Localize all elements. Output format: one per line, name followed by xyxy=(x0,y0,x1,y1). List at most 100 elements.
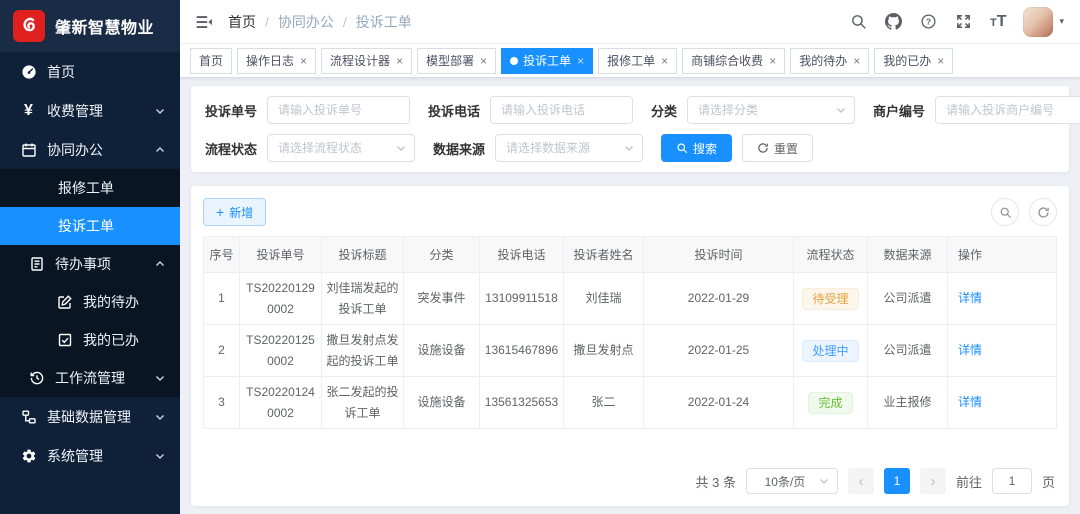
detail-link[interactable]: 详情 xyxy=(958,395,982,409)
tab-shop-fees[interactable]: 商铺综合收费 × xyxy=(682,47,786,74)
table-row: 3 TS202201240002 张二发起的投诉工单 设施设备 13561325… xyxy=(203,376,1057,429)
close-icon[interactable]: × xyxy=(480,55,487,67)
detail-link[interactable]: 详情 xyxy=(958,343,982,357)
font-size-button[interactable]: TT xyxy=(990,13,1007,31)
close-icon[interactable]: × xyxy=(300,55,307,67)
merchant-no-input[interactable] xyxy=(935,96,1080,124)
search-form-card: 投诉单号 投诉电话 分类 商户编号 xyxy=(191,86,1080,172)
sidebar-item-home[interactable]: 首页 xyxy=(0,52,180,91)
sidebar-item-fee-management[interactable]: ¥ 收费管理 xyxy=(0,91,180,130)
reset-button[interactable]: 重置 xyxy=(742,134,814,162)
toggle-search-button[interactable] xyxy=(991,198,1019,226)
dashboard-icon xyxy=(20,63,37,80)
cell-source: 公司派遣 xyxy=(867,272,948,325)
total-count: 共 3 条 xyxy=(695,474,736,490)
search-button-form[interactable]: 搜索 xyxy=(661,134,733,162)
tab-my-done[interactable]: 我的已办 × xyxy=(874,47,954,74)
sidebar-item-label: 协同办公 xyxy=(47,141,103,158)
tab-label: 模型部署 xyxy=(426,54,475,68)
user-menu[interactable]: ▾ xyxy=(1023,6,1064,37)
complaint-table-card: + 新增 序号 投诉单号 投诉标题 分类 投诉电话 投诉者姓名 投诉时间 流程状… xyxy=(191,186,1069,506)
tab-label: 商铺综合收费 xyxy=(691,54,764,68)
chevron-down-icon xyxy=(154,105,166,117)
cell-time: 2022-01-25 xyxy=(643,324,794,377)
chevron-down-icon xyxy=(818,475,830,487)
sidebar-item-todo-matters[interactable]: 待办事项 xyxy=(0,245,180,283)
tab-model-deploy[interactable]: 模型部署 × xyxy=(417,47,497,74)
cell-title: 刘佳瑞发起的投诉工单 xyxy=(321,272,404,325)
sidebar-item-repair-order[interactable]: 报修工单 xyxy=(0,169,180,207)
phone-input[interactable] xyxy=(490,96,634,124)
sidebar-item-label: 待办事项 xyxy=(55,256,111,272)
tab-flow-designer[interactable]: 流程设计器 × xyxy=(321,47,413,74)
add-button[interactable]: + 新增 xyxy=(203,198,267,226)
chevron-up-icon xyxy=(154,258,166,270)
tab-complaint-order[interactable]: 投诉工单 × xyxy=(501,47,594,74)
collaboration-submenu: 报修工单 投诉工单 待办事项 我的待办 我的已办 工作流管理 xyxy=(0,169,180,397)
tab-operation-log[interactable]: 操作日志 × xyxy=(237,47,317,74)
plus-icon: + xyxy=(216,204,225,220)
navbar: 首页 / 协同办公 / 投诉工单 ? T T ▾ xyxy=(180,0,1080,44)
cell-phone: 13561325653 xyxy=(479,376,564,429)
fullscreen-button[interactable] xyxy=(955,13,973,31)
page-size-select[interactable]: 10条/页 xyxy=(745,468,838,494)
cell-time: 2022-01-29 xyxy=(643,272,794,325)
next-icon: › xyxy=(930,472,936,490)
data-source-select[interactable] xyxy=(495,134,644,162)
close-icon[interactable]: × xyxy=(577,55,584,67)
cell-complainant: 张二 xyxy=(563,376,644,429)
sidebar-menu: 首页 ¥ 收费管理 协同办公 报修工单 投诉工单 待办事项 我的待办 我的已办 … xyxy=(0,52,180,514)
complaint-no-input[interactable] xyxy=(267,96,411,124)
status-badge: 处理中 xyxy=(802,339,859,362)
category-select[interactable] xyxy=(687,96,856,124)
caret-down-icon: ▾ xyxy=(1059,16,1064,26)
detail-link[interactable]: 详情 xyxy=(958,291,982,305)
question-icon: ? xyxy=(921,14,936,29)
sidebar-item-system-management[interactable]: 系统管理 xyxy=(0,436,180,475)
sidebar-toggle-button[interactable] xyxy=(194,12,214,32)
tab-repair-order[interactable]: 报修工单 × xyxy=(598,47,678,74)
next-page-button[interactable]: › xyxy=(919,468,946,494)
active-dot xyxy=(510,56,519,65)
sidebar-item-label: 收费管理 xyxy=(47,102,103,119)
status-badge: 待受理 xyxy=(802,287,859,310)
tab-my-todo[interactable]: 我的待办 × xyxy=(790,47,870,74)
sidebar-item-my-done[interactable]: 我的已办 xyxy=(0,321,180,359)
hamburger-icon xyxy=(196,15,212,28)
refresh-table-button[interactable] xyxy=(1029,198,1057,226)
cell-index: 1 xyxy=(203,272,240,325)
sidebar-item-my-todo[interactable]: 我的待办 xyxy=(0,283,180,321)
close-icon[interactable]: × xyxy=(937,55,944,67)
cell-source: 业主报修 xyxy=(867,376,948,429)
sidebar-item-label: 基础数据管理 xyxy=(47,408,131,425)
close-icon[interactable]: × xyxy=(661,55,668,67)
col-title: 投诉标题 xyxy=(321,236,404,273)
table-toolbar: + 新增 xyxy=(203,198,1057,226)
search-button[interactable] xyxy=(850,13,868,31)
sidebar-item-collaboration[interactable]: 协同办公 xyxy=(0,130,180,169)
cell-category: 设施设备 xyxy=(403,376,480,429)
prev-page-button[interactable]: ‹ xyxy=(847,468,874,494)
font-size-small-glyph: T xyxy=(989,16,997,29)
sidebar-item-complaint-order[interactable]: 投诉工单 xyxy=(0,207,180,245)
cell-title: 撒旦发射点发起的投诉工单 xyxy=(321,324,404,377)
cell-order-no: TS202201240002 xyxy=(239,376,322,429)
cell-order-no: TS202201290002 xyxy=(239,272,322,325)
github-button[interactable] xyxy=(885,13,903,31)
help-button[interactable]: ? xyxy=(920,13,938,31)
close-icon[interactable]: × xyxy=(769,55,776,67)
close-icon[interactable]: × xyxy=(396,55,403,67)
cell-index: 3 xyxy=(203,376,240,429)
app-title: 肇新智慧物业 xyxy=(55,20,155,37)
sidebar-item-basic-data[interactable]: 基础数据管理 xyxy=(0,397,180,436)
goto-page-input[interactable] xyxy=(991,468,1032,494)
cell-category: 突发事件 xyxy=(403,272,480,325)
breadcrumb-home[interactable]: 首页 xyxy=(228,12,256,32)
todo-list-icon xyxy=(28,256,45,273)
avatar[interactable] xyxy=(1023,6,1054,37)
sidebar-item-workflow-management[interactable]: 工作流管理 xyxy=(0,359,180,397)
close-icon[interactable]: × xyxy=(853,55,860,67)
page-1-button[interactable]: 1 xyxy=(883,468,910,494)
tab-home[interactable]: 首页 xyxy=(190,47,233,74)
flow-status-select[interactable] xyxy=(267,134,416,162)
